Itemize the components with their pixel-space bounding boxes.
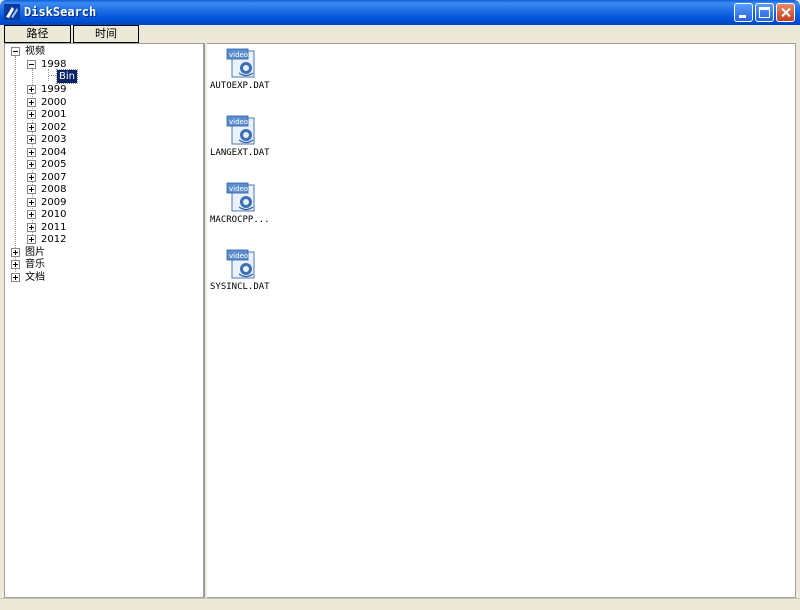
- tree-line: [15, 56, 16, 278]
- tree-node-label: 1999: [41, 84, 67, 95]
- tree-node-label: 文档: [25, 271, 45, 283]
- minimize-button[interactable]: [734, 3, 753, 22]
- tree-node-label: 2012: [41, 234, 67, 245]
- tree-node-label: 音乐: [25, 259, 45, 270]
- tree-node-label: Bin: [56, 69, 78, 84]
- title-bar[interactable]: DiskSearch: [0, 0, 800, 25]
- expand-icon[interactable]: [27, 122, 36, 132]
- expand-icon[interactable]: [27, 197, 36, 207]
- expand-icon[interactable]: [27, 110, 36, 119]
- video-file-icon: video: [226, 48, 255, 78]
- tree-node-label: 2009: [41, 196, 67, 208]
- expand-icon[interactable]: [27, 235, 36, 244]
- app-window: DiskSearch 路径 时间 视频 1998 Bin 1999 2000 2…: [0, 0, 800, 610]
- video-file-icon: video: [226, 115, 255, 145]
- svg-text:video: video: [229, 51, 248, 59]
- file-item[interactable]: video AUTOEXP.DAT: [210, 48, 290, 98]
- file-item[interactable]: video MACROCPP...: [210, 182, 290, 232]
- file-name: AUTOEXP.DAT: [210, 81, 270, 91]
- tree-node-label: 2010: [41, 209, 67, 220]
- expand-icon[interactable]: [11, 272, 20, 282]
- expand-icon[interactable]: [27, 210, 36, 219]
- collapse-icon[interactable]: [11, 47, 20, 56]
- tree-node-label: 图片: [25, 246, 45, 258]
- file-list[interactable]: video AUTOEXP.DAT video LANGEXT.DAT vide…: [207, 43, 796, 598]
- tab-path[interactable]: 路径: [4, 25, 71, 43]
- tree-node-label: 2005: [41, 159, 67, 170]
- tab-bar: 路径 时间: [0, 25, 800, 44]
- tab-time[interactable]: 时间: [73, 25, 139, 43]
- file-name: LANGEXT.DAT: [210, 148, 270, 158]
- folder-tree[interactable]: 视频 1998 Bin 1999 2000 2001 2002 2003 200…: [4, 43, 204, 598]
- file-item[interactable]: video LANGEXT.DAT: [210, 115, 290, 165]
- expand-icon[interactable]: [11, 260, 20, 269]
- svg-text:video: video: [229, 185, 248, 193]
- expand-icon[interactable]: [27, 147, 36, 157]
- expand-icon[interactable]: [11, 247, 20, 257]
- video-file-icon: video: [226, 182, 255, 212]
- expand-icon[interactable]: [27, 222, 36, 232]
- file-name: MACROCPP...: [210, 215, 270, 225]
- tree-node-label: 2000: [41, 96, 67, 108]
- status-bar: [0, 598, 800, 610]
- tree-node-label: 2007: [41, 171, 67, 183]
- svg-text:video: video: [229, 252, 248, 260]
- tree-node-label: 2003: [41, 134, 67, 145]
- app-icon: [4, 4, 20, 20]
- video-file-icon: video: [226, 249, 255, 279]
- tree-node-label: 2002: [41, 121, 67, 133]
- close-button[interactable]: [776, 3, 795, 22]
- svg-text:video: video: [229, 118, 248, 126]
- expand-icon[interactable]: [27, 135, 36, 144]
- tree-node-label: 视频: [25, 46, 45, 57]
- tree-node-label: 2001: [41, 109, 67, 120]
- expand-icon[interactable]: [27, 97, 36, 107]
- file-item[interactable]: video SYSINCL.DAT: [210, 249, 290, 299]
- expand-icon[interactable]: [27, 85, 36, 94]
- tree-node-label: 2004: [41, 146, 67, 158]
- window-title: DiskSearch: [24, 5, 97, 19]
- file-name: SYSINCL.DAT: [210, 282, 270, 292]
- expand-icon[interactable]: [27, 185, 36, 194]
- expand-icon[interactable]: [27, 172, 36, 182]
- collapse-icon[interactable]: [27, 60, 36, 69]
- tree-node-label: 2008: [41, 184, 67, 195]
- expand-icon[interactable]: [27, 160, 36, 169]
- maximize-button[interactable]: [755, 3, 774, 22]
- tree-node-label: 2011: [41, 221, 67, 233]
